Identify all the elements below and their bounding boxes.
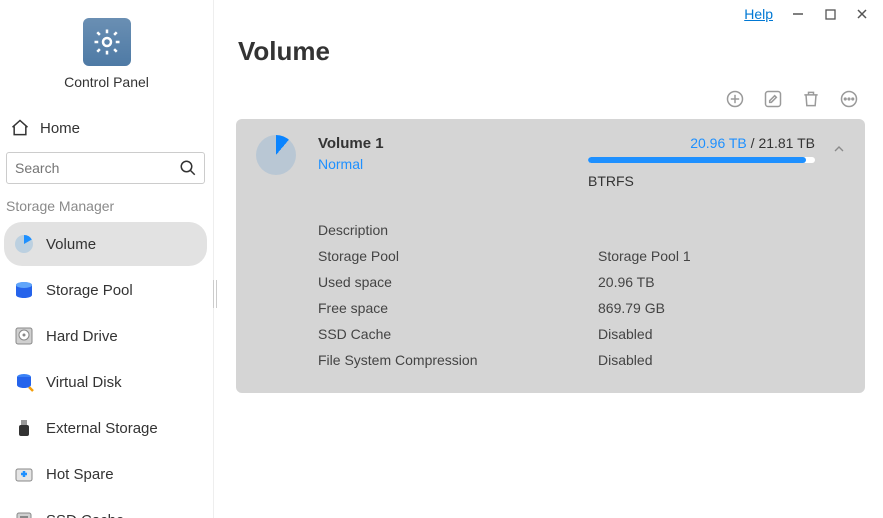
detail-row: Description [318,217,845,243]
collapse-toggle[interactable] [831,141,847,160]
hot-spare-icon [14,464,34,484]
nav-label: SSD Cache [46,512,124,518]
external-storage-icon [14,418,34,438]
detail-label: Description [318,222,598,238]
help-link[interactable]: Help [744,6,773,22]
home-label: Home [40,120,80,137]
usage-pie-icon [256,135,296,175]
nav-hard-drive[interactable]: Hard Drive [4,314,207,358]
detail-value: Disabled [598,326,652,342]
control-panel-icon [83,18,131,66]
sidebar: Control Panel Home Storage Manager Volum… [0,0,214,518]
toolbar [236,89,865,119]
detail-label: SSD Cache [318,326,598,342]
volume-icon [14,234,34,254]
detail-value: Disabled [598,352,652,368]
detail-row: SSD Cache Disabled [318,321,845,347]
add-button[interactable] [725,89,745,109]
nav-hot-spare[interactable]: Hot Spare [4,452,207,496]
detail-row: Storage Pool Storage Pool 1 [318,243,845,269]
app-title: Control Panel [64,74,149,90]
sidebar-resize-handle[interactable] [213,280,217,308]
capacity-total: 21.81 TB [758,135,815,151]
detail-row: Used space 20.96 TB [318,269,845,295]
detail-row: Free space 869.79 GB [318,295,845,321]
nav-list: Volume Storage Pool Hard Drive Virtual D… [0,222,213,518]
nav-external-storage[interactable]: External Storage [4,406,207,450]
nav-label: Hard Drive [46,328,118,345]
nav-label: Hot Spare [46,466,114,483]
detail-value: 20.96 TB [598,274,655,290]
virtual-disk-icon [14,372,34,392]
nav-label: Virtual Disk [46,374,122,391]
detail-label: Used space [318,274,598,290]
volume-name: Volume 1 [318,135,588,152]
detail-label: Storage Pool [318,248,598,264]
more-button[interactable] [839,89,859,109]
home-link[interactable]: Home [0,100,213,152]
close-button[interactable] [855,7,869,21]
volume-status[interactable]: Normal [318,156,588,172]
nav-virtual-disk[interactable]: Virtual Disk [4,360,207,404]
nav-ssd-cache[interactable]: SSD Cache [4,498,207,518]
detail-value: 869.79 GB [598,300,665,316]
search-icon [179,159,197,180]
capacity-used: 20.96 TB [690,135,747,151]
minimize-button[interactable] [791,7,805,21]
nav-label: Volume [46,236,96,253]
page-title: Volume [238,36,865,67]
section-label: Storage Manager [0,198,213,222]
volume-details: Description Storage Pool Storage Pool 1 … [318,217,845,373]
detail-label: Free space [318,300,598,316]
capacity-bar-fill [588,157,806,163]
edit-button[interactable] [763,89,783,109]
detail-label: File System Compression [318,352,598,368]
ssd-cache-icon [14,510,34,518]
capacity-text: 20.96 TB / 21.81 TB [588,135,845,151]
delete-button[interactable] [801,89,821,109]
detail-row: File System Compression Disabled [318,347,845,373]
storage-pool-icon [14,280,34,300]
detail-value: Storage Pool 1 [598,248,691,264]
capacity-bar [588,157,815,163]
nav-label: Storage Pool [46,282,133,299]
home-icon [10,118,30,138]
nav-volume[interactable]: Volume [4,222,207,266]
nav-label: External Storage [46,420,158,437]
main-content: Volume Volume 1 Normal [214,0,883,518]
search-input[interactable] [6,152,205,184]
capacity-sep: / [747,135,759,151]
hard-drive-icon [14,326,34,346]
volume-card: Volume 1 Normal 20.96 TB / 21.81 TB BTRF… [236,119,865,393]
nav-storage-pool[interactable]: Storage Pool [4,268,207,312]
maximize-button[interactable] [823,7,837,21]
filesystem-label: BTRFS [588,173,845,189]
